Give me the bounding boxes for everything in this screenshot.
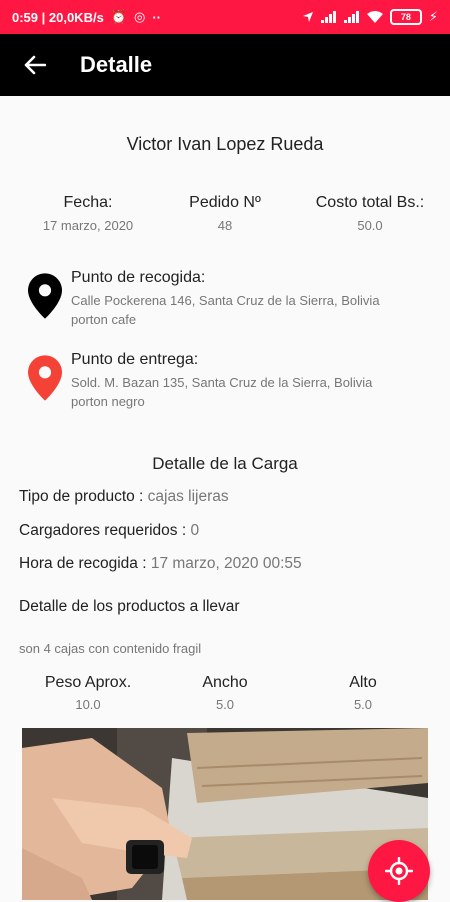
cargadores-row: Cargadores requeridos : 0	[19, 522, 199, 540]
cargadores-value: 0	[190, 522, 200, 539]
costo-label: Costo total Bs.:	[315, 194, 425, 211]
peso-value: 10.0	[75, 697, 101, 712]
customer-name: Victor Ivan Lopez Rueda	[126, 134, 324, 154]
alto-value: 5.0	[353, 697, 373, 712]
ancho-label: Ancho	[202, 674, 248, 691]
location-arrow-icon	[302, 12, 313, 22]
app-bar: Detalle	[0, 34, 450, 96]
status-time-speed: 0:59 | 20,0KB/s	[12, 9, 104, 25]
wifi-icon	[366, 11, 383, 23]
alto-field: Alto 5.0	[288, 674, 438, 712]
pedido-value: 48	[217, 218, 233, 233]
pedido-label: Pedido Nº	[189, 194, 261, 211]
alarm-icon: ⏰	[110, 9, 127, 24]
delivery-title: Punto de entrega:	[71, 351, 199, 368]
pickup-title: Punto de recogida:	[71, 269, 206, 286]
pickup-location: Punto de recogida: Calle Pockerena 146, …	[24, 269, 444, 333]
costo-field: Costo total Bs.: 50.0	[295, 194, 445, 233]
pickup-reference: porton cafe	[71, 312, 137, 327]
my-location-button[interactable]	[368, 840, 430, 902]
peso-label: Peso Aprox.	[44, 674, 132, 691]
charging-icon: ⚡	[428, 9, 438, 24]
hora-recogida-label: Hora de recogida :	[19, 555, 151, 572]
pickup-address: Calle Pockerena 146, Santa Cruz de la Si…	[71, 291, 441, 329]
pickup-address-line: Calle Pockerena 146, Santa Cruz de la Si…	[71, 293, 380, 308]
battery-icon: 78	[389, 9, 422, 25]
delivery-address-line: Sold. M. Bazan 135, Santa Cruz de la Sie…	[71, 375, 373, 390]
delivery-location: Punto de entrega: Sold. M. Bazan 135, Sa…	[24, 351, 444, 415]
delivery-address: Sold. M. Bazan 135, Santa Cruz de la Sie…	[71, 373, 441, 411]
map-pin-icon	[28, 273, 62, 319]
peso-field: Peso Aprox. 10.0	[13, 674, 163, 712]
tipo-producto-value: cajas lijeras	[147, 488, 229, 505]
tipo-producto-row: Tipo de producto : cajas lijeras	[19, 488, 229, 506]
fecha-field: Fecha: 17 marzo, 2020	[15, 194, 161, 233]
hora-recogida-value: 17 marzo, 2020 00:55	[150, 555, 302, 572]
back-button[interactable]	[20, 50, 50, 80]
product-photo	[22, 728, 428, 900]
arrow-left-icon	[24, 55, 46, 75]
alto-label: Alto	[349, 674, 377, 691]
status-bar: 0:59 | 20,0KB/s ⏰ ◎ ·· 78 ⚡	[0, 0, 450, 34]
productos-note: son 4 cajas con contenido fragil	[19, 641, 202, 656]
ancho-value: 5.0	[215, 697, 235, 712]
tipo-producto-label: Tipo de producto :	[19, 488, 148, 505]
status-more-dots: ··	[152, 9, 162, 25]
vpn-icon: ◎	[134, 9, 146, 24]
cargadores-label: Cargadores requeridos :	[19, 522, 191, 539]
dimensions: Peso Aprox. 10.0 Ancho 5.0 Alto 5.0	[0, 674, 450, 718]
delivery-reference: porton negro	[71, 394, 145, 409]
my-location-icon	[385, 857, 413, 885]
signal-icon-2	[343, 11, 359, 23]
hora-recogida-row: Hora de recogida : 17 marzo, 2020 00:55	[19, 555, 302, 573]
signal-icon	[320, 11, 336, 23]
pedido-field: Pedido Nº 48	[165, 194, 285, 233]
productos-label: Detalle de los productos a llevar	[19, 598, 240, 615]
fecha-value: 17 marzo, 2020	[42, 218, 134, 233]
map-pin-icon	[28, 355, 62, 401]
cargo-section-title: Detalle de la Carga	[152, 454, 298, 473]
order-summary: Fecha: 17 marzo, 2020 Pedido Nº 48 Costo…	[0, 194, 450, 244]
page-title: Detalle	[80, 52, 153, 77]
fecha-label: Fecha:	[63, 194, 113, 211]
ancho-field: Ancho 5.0	[150, 674, 300, 712]
costo-value: 50.0	[357, 218, 383, 233]
